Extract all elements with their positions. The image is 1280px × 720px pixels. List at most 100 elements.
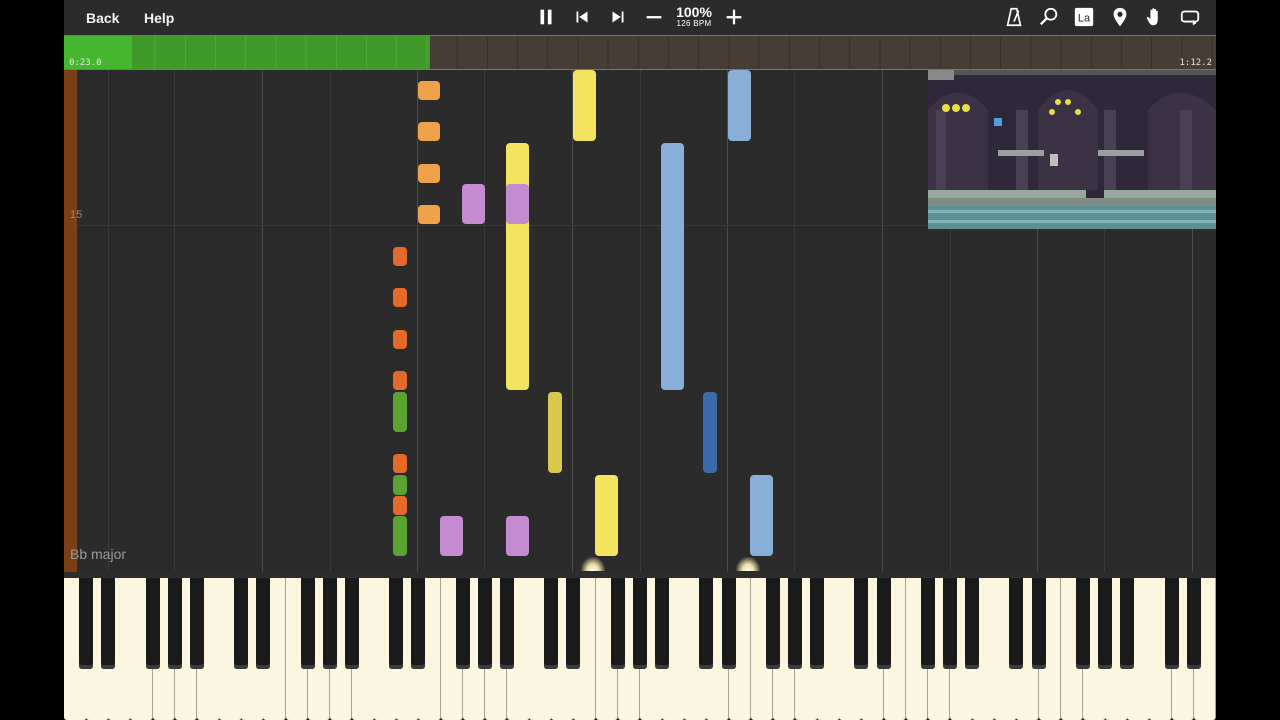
note xyxy=(393,496,407,515)
grid-line xyxy=(330,70,331,572)
synthesia-app: Back Help 100% 126 BPM La 0:23.0 1:12.2 … xyxy=(64,0,1216,720)
note xyxy=(440,516,463,556)
note xyxy=(548,392,562,473)
note xyxy=(393,371,407,390)
left-letterbox xyxy=(0,0,64,720)
help-button[interactable]: Help xyxy=(144,8,174,28)
note xyxy=(418,205,440,224)
note xyxy=(393,247,407,266)
note xyxy=(418,164,440,183)
black-key[interactable] xyxy=(1186,578,1201,669)
black-key[interactable] xyxy=(167,578,182,669)
grid-line xyxy=(727,70,728,572)
skip-forward-icon[interactable] xyxy=(606,5,630,29)
song-progress-bar[interactable]: 0:23.0 1:12.2 xyxy=(64,35,1216,70)
black-key[interactable] xyxy=(1031,578,1046,669)
note xyxy=(506,184,529,224)
grid-line xyxy=(108,70,109,572)
grid-line xyxy=(794,70,795,572)
roll-left-rail xyxy=(64,70,77,572)
black-key[interactable] xyxy=(300,578,315,669)
note xyxy=(506,516,529,556)
note-label-icon[interactable]: La xyxy=(1072,5,1096,29)
tempo-plus-icon[interactable] xyxy=(722,5,746,29)
key-hit-glow xyxy=(581,557,605,571)
black-key[interactable] xyxy=(411,578,426,669)
grid-line xyxy=(262,70,263,572)
metronome-icon[interactable] xyxy=(1002,5,1026,29)
skip-back-icon[interactable] xyxy=(570,5,594,29)
black-key[interactable] xyxy=(876,578,891,669)
black-key[interactable] xyxy=(655,578,670,669)
note xyxy=(573,70,596,141)
black-key[interactable] xyxy=(810,578,825,669)
black-key[interactable] xyxy=(145,578,160,669)
note xyxy=(728,70,751,141)
pause-icon[interactable] xyxy=(534,5,558,29)
total-time: 1:12.2 xyxy=(1179,58,1212,68)
note xyxy=(393,288,407,307)
key-signature-label: Bb major xyxy=(70,546,127,562)
black-key[interactable] xyxy=(1164,578,1179,669)
note xyxy=(595,475,618,556)
note xyxy=(462,184,485,224)
black-key[interactable] xyxy=(322,578,337,669)
back-button[interactable]: Back xyxy=(86,8,119,28)
black-key[interactable] xyxy=(344,578,359,669)
black-key[interactable] xyxy=(566,578,581,669)
current-time: 0:23.0 xyxy=(69,58,102,68)
note xyxy=(393,330,407,349)
black-key[interactable] xyxy=(699,578,714,669)
black-key[interactable] xyxy=(943,578,957,669)
black-key[interactable] xyxy=(79,578,94,669)
black-key[interactable] xyxy=(1009,578,1024,669)
black-key[interactable] xyxy=(101,578,116,669)
key-hit-glow xyxy=(736,557,760,571)
black-key[interactable] xyxy=(854,578,869,669)
note xyxy=(506,143,529,390)
right-letterbox xyxy=(1216,0,1280,720)
search-icon[interactable] xyxy=(1037,5,1061,29)
black-key[interactable] xyxy=(632,578,647,669)
measure-number: 15 xyxy=(70,209,83,221)
black-key[interactable] xyxy=(610,578,625,669)
black-key[interactable] xyxy=(477,578,492,669)
grid-line xyxy=(174,70,175,572)
black-key[interactable] xyxy=(234,578,249,669)
black-key[interactable] xyxy=(721,578,736,669)
falling-notes-area: 15 Bb major xyxy=(64,70,1216,572)
black-key[interactable] xyxy=(256,578,271,669)
note xyxy=(703,392,717,473)
black-key[interactable] xyxy=(500,578,514,669)
note xyxy=(418,81,440,100)
tempo-display: 100% 126 BPM xyxy=(672,5,716,28)
black-key[interactable] xyxy=(1120,578,1135,669)
loop-icon[interactable] xyxy=(1178,5,1202,29)
black-key[interactable] xyxy=(544,578,559,669)
black-key[interactable] xyxy=(1098,578,1113,669)
note xyxy=(750,475,773,556)
black-key[interactable] xyxy=(965,578,980,669)
tempo-bpm: 126 BPM xyxy=(676,19,712,28)
grid-line xyxy=(417,70,418,572)
hand-icon[interactable] xyxy=(1143,5,1167,29)
black-key[interactable] xyxy=(1075,578,1090,669)
note xyxy=(393,392,407,432)
note xyxy=(393,454,407,473)
note xyxy=(393,516,407,556)
black-key[interactable] xyxy=(189,578,204,669)
tempo-minus-icon[interactable] xyxy=(642,5,666,29)
black-key[interactable] xyxy=(389,578,404,669)
marker-icon[interactable] xyxy=(1108,5,1132,29)
note xyxy=(393,475,407,495)
black-key[interactable] xyxy=(787,578,802,669)
black-key[interactable] xyxy=(455,578,470,669)
grid-line xyxy=(640,70,641,572)
black-key[interactable] xyxy=(765,578,780,669)
tempo-percent: 100% xyxy=(676,4,712,20)
black-key[interactable] xyxy=(920,578,935,669)
grid-line xyxy=(572,70,573,572)
note xyxy=(661,143,684,390)
game-video-preview xyxy=(928,70,1216,229)
piano-keyboard[interactable] xyxy=(64,572,1216,720)
